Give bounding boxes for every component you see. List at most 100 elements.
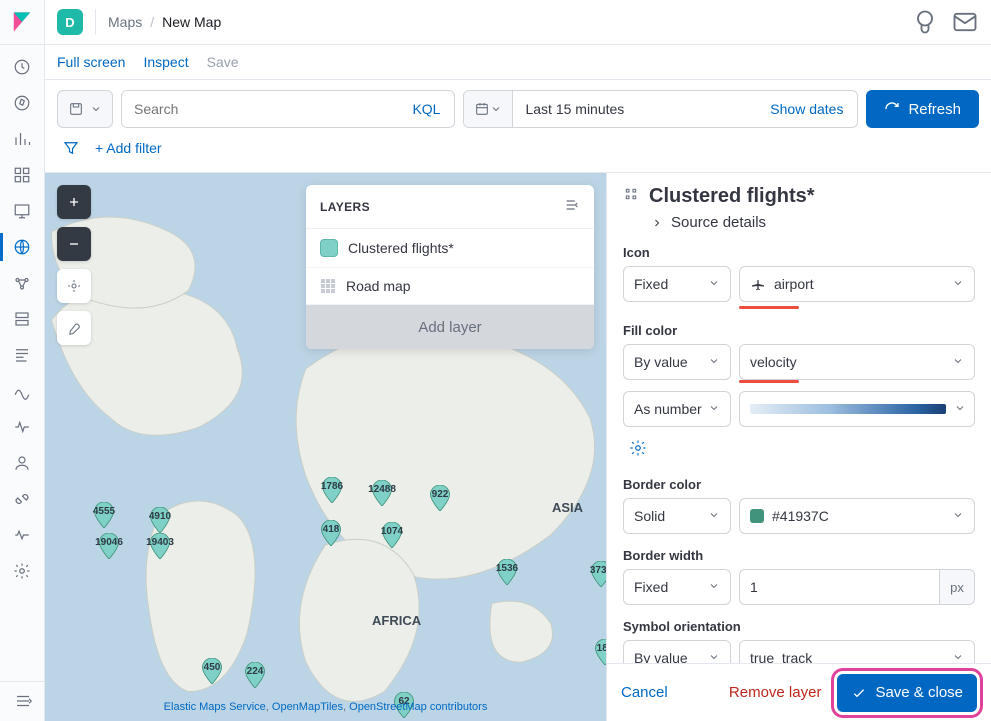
cluster-marker[interactable]: 1074 xyxy=(379,522,405,548)
borderwidth-unit: px xyxy=(939,569,975,605)
cluster-marker[interactable]: 12488 xyxy=(369,480,395,506)
filter-menu-button[interactable] xyxy=(57,134,85,162)
nav-siem[interactable] xyxy=(0,445,45,481)
nav-dev[interactable] xyxy=(0,481,45,517)
refresh-button[interactable]: Refresh xyxy=(866,90,979,128)
collapse-layers-button[interactable] xyxy=(564,197,580,216)
source-details-label: Source details xyxy=(671,214,766,231)
cancel-button[interactable]: Cancel xyxy=(621,684,668,701)
icon-field-label: Icon xyxy=(623,245,975,260)
layer-item[interactable]: Road map xyxy=(306,268,594,305)
attr-link[interactable]: Elastic Maps Service xyxy=(164,701,266,713)
nav-ml[interactable] xyxy=(0,265,45,301)
cluster-marker[interactable]: 224 xyxy=(242,662,268,688)
nav-visualize[interactable] xyxy=(0,121,45,157)
map-canvas[interactable]: LAYERS Clustered flights* Road map xyxy=(45,173,606,721)
highlight-marker xyxy=(739,380,799,383)
inspect-link[interactable]: Inspect xyxy=(143,54,188,70)
cluster-marker[interactable]: 3730 xyxy=(588,561,606,587)
add-layer-button[interactable]: Add layer xyxy=(306,305,594,349)
highlight-marker xyxy=(739,306,799,309)
filter-bar: + Add filter xyxy=(45,128,991,173)
mail-button[interactable] xyxy=(951,8,979,36)
roadmap-icon xyxy=(320,278,336,294)
attr-link[interactable]: OpenStreetMap contributors xyxy=(349,701,487,713)
nav-maps[interactable] xyxy=(0,229,45,265)
chevron-down-icon xyxy=(954,402,966,414)
orientation-mode-select[interactable]: By value xyxy=(623,640,731,663)
saved-queries-button[interactable] xyxy=(57,90,113,128)
nav-canvas[interactable] xyxy=(0,193,45,229)
bordercolor-mode-select[interactable]: Solid xyxy=(623,498,731,534)
search-input[interactable] xyxy=(122,91,398,127)
timerange-quick-button[interactable] xyxy=(464,91,513,127)
fill-color-label: Fill color xyxy=(623,323,975,338)
chevron-down-icon xyxy=(952,355,964,367)
cluster-marker[interactable]: 1536 xyxy=(494,559,520,585)
gear-icon xyxy=(629,439,647,457)
cluster-marker[interactable]: 19403 xyxy=(147,533,173,559)
cluster-marker[interactable]: 4910 xyxy=(147,507,173,533)
symbol-orientation-label: Symbol orientation xyxy=(623,619,975,634)
orientation-field-select[interactable]: true_track xyxy=(739,640,975,663)
chevron-down-icon xyxy=(708,402,720,414)
fillcolor-settings-button[interactable] xyxy=(623,433,653,463)
cluster-marker[interactable]: 182 xyxy=(592,639,606,665)
nav-dashboard[interactable] xyxy=(0,157,45,193)
show-dates-button[interactable]: Show dates xyxy=(756,91,857,127)
zoom-in-button[interactable] xyxy=(57,185,91,219)
newsfeed-button[interactable] xyxy=(911,8,939,36)
nav-recent[interactable] xyxy=(0,49,45,85)
tools-button[interactable] xyxy=(57,311,91,345)
breadcrumb-app[interactable]: Maps xyxy=(108,14,142,30)
bordercolor-value-select[interactable]: #41937C xyxy=(739,498,975,534)
add-filter-button[interactable]: + Add filter xyxy=(95,140,162,156)
timerange-display[interactable]: Last 15 minutes xyxy=(513,91,756,127)
fillcolor-ramp-select[interactable] xyxy=(739,391,975,427)
nav-management[interactable] xyxy=(0,553,45,589)
icon-mode-select[interactable]: Fixed xyxy=(623,266,731,302)
save-label: Save & close xyxy=(875,684,963,701)
cluster-marker[interactable]: 418 xyxy=(318,520,344,546)
nav-discover[interactable] xyxy=(0,85,45,121)
borderwidth-input[interactable]: 1 xyxy=(739,569,939,605)
refresh-label: Refresh xyxy=(908,101,961,118)
nav-apm[interactable] xyxy=(0,373,45,409)
user-avatar[interactable]: D xyxy=(57,9,83,35)
borderwidth-mode-select[interactable]: Fixed xyxy=(623,569,731,605)
attr-link[interactable]: OpenMapTiles xyxy=(272,701,343,713)
remove-layer-button[interactable]: Remove layer xyxy=(729,684,822,701)
nav-infra[interactable] xyxy=(0,301,45,337)
save-and-close-button[interactable]: Save & close xyxy=(837,674,977,712)
kibana-logo-icon xyxy=(11,11,33,33)
chevron-down-icon xyxy=(708,509,720,521)
cluster-marker[interactable]: 922 xyxy=(427,485,453,511)
color-ramp-icon xyxy=(750,404,946,414)
fillcolor-mode-select[interactable]: By value xyxy=(623,344,731,380)
chevron-down-icon xyxy=(90,103,102,115)
kibana-logo[interactable] xyxy=(0,0,45,45)
nav-monitoring[interactable] xyxy=(0,517,45,553)
chevron-down-icon xyxy=(708,580,720,592)
layer-swatch-icon xyxy=(320,239,338,257)
fillcolor-asnumber-select[interactable]: As number xyxy=(623,391,731,427)
save-link-disabled: Save xyxy=(207,54,239,70)
fillcolor-field-select[interactable]: velocity xyxy=(739,344,975,380)
full-screen-link[interactable]: Full screen xyxy=(57,54,125,70)
kql-toggle[interactable]: KQL xyxy=(398,91,454,127)
continent-label: AFRICA xyxy=(372,613,421,628)
cluster-marker[interactable]: 19046 xyxy=(96,533,122,559)
nav-rail xyxy=(0,0,45,721)
nav-uptime[interactable] xyxy=(0,409,45,445)
icon-value-select[interactable]: airport xyxy=(739,266,975,302)
cluster-marker[interactable]: 4555 xyxy=(91,502,117,528)
layer-item[interactable]: Clustered flights* xyxy=(306,229,594,268)
fit-bounds-button[interactable] xyxy=(57,269,91,303)
map-attribution: Elastic Maps Service, OpenMapTiles, Open… xyxy=(45,701,606,713)
cluster-marker[interactable]: 1786 xyxy=(319,477,345,503)
source-details-toggle[interactable]: Source details xyxy=(607,214,991,241)
cluster-marker[interactable]: 450 xyxy=(199,658,225,684)
collapse-rail-button[interactable] xyxy=(0,681,45,713)
nav-logs[interactable] xyxy=(0,337,45,373)
zoom-out-button[interactable] xyxy=(57,227,91,261)
